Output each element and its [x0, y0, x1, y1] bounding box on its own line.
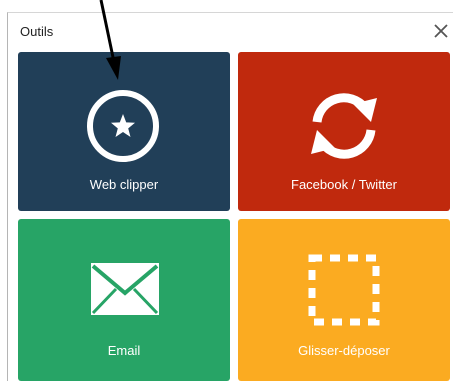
tile-label-web-clipper: Web clipper [89, 177, 159, 192]
tools-dialog: Outils Web clipper Facebook / Twitter Em… [7, 12, 453, 381]
envelope-icon [91, 263, 159, 315]
tile-web-clipper[interactable]: Web clipper [18, 52, 230, 211]
dialog-title: Outils [20, 24, 54, 39]
close-icon[interactable] [432, 22, 450, 40]
tile-label-facebook-twitter: Facebook / Twitter [291, 177, 397, 192]
star-in-circle-icon [87, 90, 159, 162]
tile-label-glisser-deposer: Glisser-déposer [298, 343, 390, 358]
refresh-sync-icon [311, 93, 377, 159]
dashed-selection-icon [308, 254, 380, 326]
tile-email[interactable]: Email [18, 219, 230, 381]
tile-facebook-twitter[interactable]: Facebook / Twitter [238, 52, 450, 211]
tile-glisser-deposer[interactable]: Glisser-déposer [238, 219, 450, 381]
tile-label-email: Email [107, 343, 141, 358]
